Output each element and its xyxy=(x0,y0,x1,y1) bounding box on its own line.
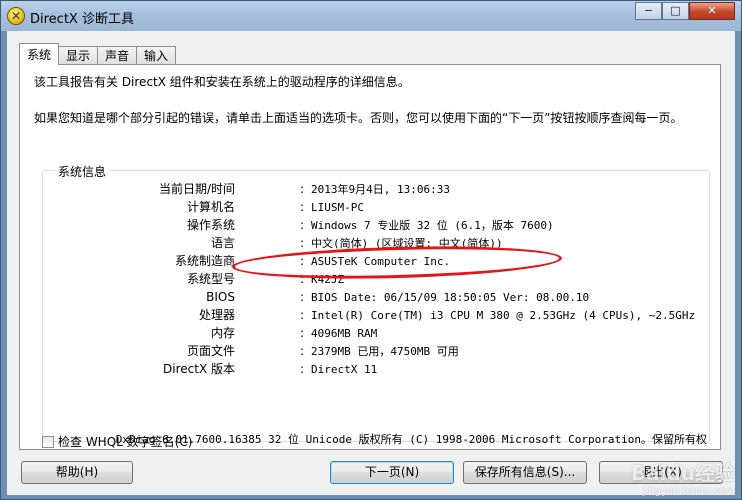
system-info-row: 页面文件:2379MB 已用，4750MB 可用 xyxy=(43,343,709,360)
system-info-row: 处理器: Intel(R) Core(TM) i3 CPU M 380 @ 2.5… xyxy=(43,307,709,324)
system-info-value: Intel(R) Core(TM) i3 CPU M 380 @ 2.53GHz… xyxy=(311,309,696,322)
system-info-label: 系统制造商 xyxy=(174,254,235,268)
watermark-main: Baidu经验 xyxy=(630,461,735,485)
system-info-label: 计算机名 xyxy=(186,200,235,214)
system-info-label: 语言 xyxy=(210,236,235,250)
system-info-value: Windows 7 专业版 32 位 (6.1，版本 7600) xyxy=(311,219,554,232)
system-info-group: 系统信息 当前日期/时间:2013年9月4日, 13:06:33 计算机名: LIU… xyxy=(42,163,710,442)
system-info-row: DirectX 版本: DirectX 11 xyxy=(43,361,709,378)
tab-input[interactable]: 输入 xyxy=(136,46,177,65)
system-info-label: BIOS xyxy=(206,290,235,304)
system-info-label: 内存 xyxy=(210,326,235,340)
system-info-row: 内存:4096MB RAM xyxy=(43,325,709,342)
system-info-value: 2013年9月4日, 13:06:33 xyxy=(311,183,450,196)
system-tab-panel: 该工具报告有关 DirectX 组件和安装在系统上的驱动程序的详细信息。 如果您… xyxy=(19,64,721,450)
system-info-label: 页面文件 xyxy=(186,344,235,358)
title-bar[interactable]: ✕ DirectX 诊断工具 − □ ✕ xyxy=(1,1,741,31)
system-info-label: DirectX 版本 xyxy=(163,362,235,376)
system-info-value: LIUSM-PC xyxy=(311,201,364,214)
window-title: DirectX 诊断工具 xyxy=(30,12,134,27)
system-info-label: 系统型号 xyxy=(186,272,235,286)
save-all-info-button[interactable]: 保存所有信息(S)... xyxy=(463,461,587,484)
system-info-colon: : xyxy=(300,308,305,322)
tab-sound[interactable]: 声音 xyxy=(97,46,138,65)
baidu-watermark: Baidu经验 jingyan.baidu.com xyxy=(631,457,735,497)
maximize-button[interactable]: □ xyxy=(662,2,689,20)
system-info-value: BIOS Date: 06/15/09 18:50:05 Ver: 08.00.… xyxy=(311,291,590,304)
system-info-label: 处理器 xyxy=(198,308,235,322)
minimize-button[interactable]: − xyxy=(635,2,662,20)
system-info-value: 4096MB RAM xyxy=(311,327,378,340)
intro-text-1: 该工具报告有关 DirectX 组件和安装在系统上的驱动程序的详细信息。 xyxy=(34,75,410,89)
copyright-text: DxDiag 6.01.7600.16385 32 位 Unicode 版权所有… xyxy=(115,433,707,446)
help-button[interactable]: 帮助(H) xyxy=(21,461,133,484)
system-info-colon: : xyxy=(300,362,305,376)
group-title: 系统信息 xyxy=(55,163,110,180)
system-info-colon: : xyxy=(300,290,305,304)
watermark-sub: jingyan.baidu.com xyxy=(642,486,735,497)
tab-display[interactable]: 显示 xyxy=(58,46,99,65)
system-info-colon: : xyxy=(300,326,305,340)
directx-x-icon: ✕ xyxy=(8,8,24,24)
system-info-colon: : xyxy=(300,344,305,358)
system-info-label: 操作系统 xyxy=(186,218,235,232)
caption-buttons: − □ ✕ xyxy=(635,2,735,20)
system-info-row: BIOS: BIOS Date: 06/15/09 18:50:05 Ver: 0… xyxy=(43,289,709,306)
whql-checkbox[interactable] xyxy=(42,435,54,448)
system-info-colon: : xyxy=(300,182,305,196)
close-button[interactable]: ✕ xyxy=(689,2,735,20)
system-info-colon: : xyxy=(300,200,305,214)
system-info-row: 操作系统: Windows 7 专业版 32 位 (6.1，版本 7600) xyxy=(43,217,709,234)
system-info-colon: : xyxy=(300,218,305,232)
tab-strip: 系统 显示 声音 输入 xyxy=(19,43,177,65)
system-info-row: 当前日期/时间:2013年9月4日, 13:06:33 xyxy=(43,181,709,198)
client-area: 系统 显示 声音 输入 该工具报告有关 DirectX 组件和安装在系统上的驱动… xyxy=(7,31,735,495)
system-info-value: 2379MB 已用，4750MB 可用 xyxy=(311,345,459,358)
system-info-colon: : xyxy=(300,236,305,250)
system-info-label: 当前日期/时间 xyxy=(158,182,235,196)
next-page-button[interactable]: 下一页(N) xyxy=(330,461,454,484)
tab-system[interactable]: 系统 xyxy=(19,43,60,65)
system-info-row: 计算机名: LIUSM-PC xyxy=(43,199,709,216)
intro-text-2: 如果您知道是哪个部分引起的错误，请单击上面适当的选项卡。否则，您可以使用下面的“… xyxy=(34,111,683,125)
dxdiag-window: ✕ DirectX 诊断工具 − □ ✕ 系统 显示 声音 输入 该工具报告有关… xyxy=(0,0,742,500)
system-info-value: DirectX 11 xyxy=(311,363,378,376)
